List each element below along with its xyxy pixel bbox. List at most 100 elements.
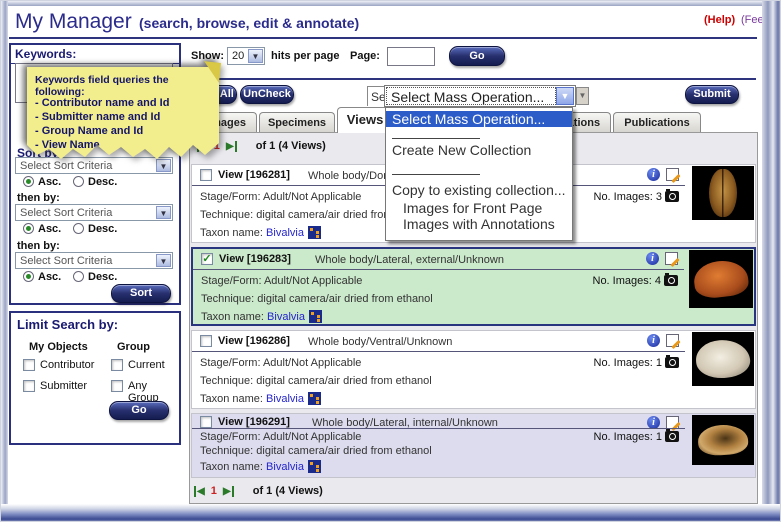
submitter-checkbox[interactable] — [23, 380, 35, 392]
image-count: No. Images: 1 — [594, 357, 680, 369]
sort-criteria-select-3[interactable]: Select Sort Criteria ▼ — [15, 252, 173, 269]
sort-button[interactable]: Sort — [111, 284, 171, 303]
toolbar-divider — [189, 78, 756, 80]
dropdown-option-select-mass-operation[interactable]: Select Mass Operation... — [386, 111, 572, 127]
chevron-down-icon[interactable]: ▼ — [248, 49, 263, 63]
taxon-label: Taxon name: — [200, 461, 263, 473]
asc-label-2: Asc. — [38, 223, 61, 235]
then-by-label-2: then by: — [17, 240, 60, 252]
last-page-icon[interactable]: ▶ — [223, 486, 234, 497]
info-icon[interactable]: i — [647, 168, 660, 181]
limit-go-button[interactable]: Go — [109, 401, 169, 420]
info-icon[interactable]: i — [646, 252, 659, 265]
view-thumbnail[interactable] — [689, 250, 753, 308]
edit-annotate-icon[interactable] — [666, 334, 679, 347]
view-thumbnail[interactable] — [692, 415, 754, 465]
asc-label-1: Asc. — [38, 176, 61, 188]
desc-label-2: Desc. — [88, 223, 117, 235]
row-checkbox[interactable] — [200, 416, 212, 428]
dropdown-option-images-front-page[interactable]: Images for Front Page — [386, 200, 572, 216]
image-count-label: No. Images: — [594, 357, 653, 369]
dropdown-option-copy-to-existing[interactable]: Copy to existing collection... — [386, 182, 572, 198]
desc-label-1: Desc. — [88, 176, 117, 188]
topbar-go-button[interactable]: Go — [449, 46, 505, 66]
focus-outline — [387, 88, 555, 104]
taxon-link[interactable]: Bivalvia — [266, 393, 304, 405]
camera-icon[interactable] — [665, 431, 679, 442]
sort-asc-radio-1[interactable] — [23, 176, 34, 187]
tooltip-line: - View Name — [35, 139, 100, 151]
mass-operation-select-fragment[interactable]: Se — [367, 86, 384, 106]
row-divider — [192, 351, 685, 352]
asc-label-3: Asc. — [38, 271, 61, 283]
sort-desc-radio-1[interactable] — [73, 176, 84, 187]
row-checkbox[interactable] — [200, 335, 212, 347]
taxon-link[interactable]: Bivalvia — [266, 227, 304, 239]
taxon-link[interactable]: Bivalvia — [266, 461, 304, 473]
keywords-label: Keywords: — [11, 45, 179, 64]
stage-form-text: Stage/Form: Adult/Not Applicable — [201, 275, 362, 287]
tab-publications[interactable]: Publications — [613, 112, 701, 133]
row-checkbox[interactable] — [200, 169, 212, 181]
sort-asc-radio-2[interactable] — [23, 223, 34, 234]
keywords-tooltip: Keywords field queries the following: - … — [27, 67, 239, 167]
contributor-checkbox[interactable] — [23, 359, 35, 371]
taxon-link[interactable]: Bivalvia — [267, 311, 305, 323]
any-group-checkbox[interactable] — [111, 380, 123, 392]
view-thumbnail[interactable] — [692, 332, 754, 386]
shell-image — [697, 423, 749, 456]
tab-specimens[interactable]: Specimens — [259, 112, 335, 133]
edit-annotate-icon[interactable] — [666, 168, 679, 181]
taxon-tree-icon[interactable] — [308, 226, 321, 239]
chevron-down-icon[interactable]: ▼ — [576, 87, 589, 105]
chevron-down-icon[interactable]: ▼ — [156, 254, 171, 267]
sort-asc-radio-3[interactable] — [23, 271, 34, 282]
help-link[interactable]: (Help) — [704, 14, 735, 26]
view-id: View [196281] — [218, 169, 290, 181]
current-checkbox[interactable] — [111, 359, 123, 371]
row-checkbox-checked[interactable]: ✓ — [201, 253, 213, 265]
technique-text: Technique: digital camera/air dried from… — [200, 375, 432, 387]
submit-button[interactable]: Submit — [685, 85, 739, 104]
chevron-down-icon[interactable]: ▼ — [556, 87, 574, 105]
tooltip-line: - Group Name and Id — [35, 125, 143, 137]
window-frame-top — [1, 1, 781, 6]
current-page[interactable]: 1 — [208, 485, 220, 497]
view-id: View [196283] — [219, 253, 291, 265]
sort-desc-radio-2[interactable] — [73, 223, 84, 234]
image-count-value: 1 — [656, 431, 662, 443]
page-count-text: of 1 (4 Views) — [253, 485, 323, 497]
sort-desc-radio-3[interactable] — [73, 271, 84, 282]
taxon-tree-icon[interactable] — [308, 460, 321, 473]
hits-per-page-value: 20 — [232, 50, 244, 62]
page-title: My Manager — [15, 10, 132, 34]
view-row-196283: ✓ View [196283] Whole body/Lateral, exte… — [191, 247, 756, 326]
taxon-tree-icon[interactable] — [308, 392, 321, 405]
dropdown-option-create-new-collection[interactable]: Create New Collection — [386, 142, 572, 158]
camera-icon[interactable] — [665, 191, 679, 202]
camera-icon[interactable] — [665, 357, 679, 368]
mass-operation-select[interactable]: Select Mass Operation... ▼ — [384, 85, 576, 107]
taxon-line: Taxon name: Bivalvia — [200, 392, 321, 405]
chevron-down-icon[interactable]: ▼ — [156, 206, 171, 219]
info-icon[interactable]: i — [647, 334, 660, 347]
first-page-icon[interactable]: ◀ — [194, 486, 205, 497]
show-label: Show: — [191, 50, 224, 62]
dropdown-option-images-annotations[interactable]: Images with Annotations — [386, 216, 572, 232]
camera-icon[interactable] — [664, 275, 678, 286]
shell-image — [692, 258, 750, 300]
image-count-label: No. Images: — [593, 275, 652, 287]
taxon-tree-icon[interactable] — [309, 310, 322, 323]
page-input[interactable] — [387, 47, 435, 66]
tooltip-title: Keywords field queries the following: — [35, 74, 219, 98]
sort-criteria-select-2[interactable]: Select Sort Criteria ▼ — [15, 204, 173, 221]
view-description: Whole body/Lateral, external/Unknown — [315, 254, 504, 266]
image-count: No. Images: 4 — [593, 275, 679, 287]
uncheck-button[interactable]: UnCheck — [240, 85, 294, 104]
taxon-label: Taxon name: — [201, 311, 264, 323]
dropdown-divider — [392, 174, 480, 175]
hits-per-page-select[interactable]: 20 ▼ — [227, 47, 265, 65]
view-id: View [196291] — [218, 416, 290, 428]
view-thumbnail[interactable] — [692, 166, 754, 220]
edit-annotate-icon[interactable] — [665, 252, 678, 265]
